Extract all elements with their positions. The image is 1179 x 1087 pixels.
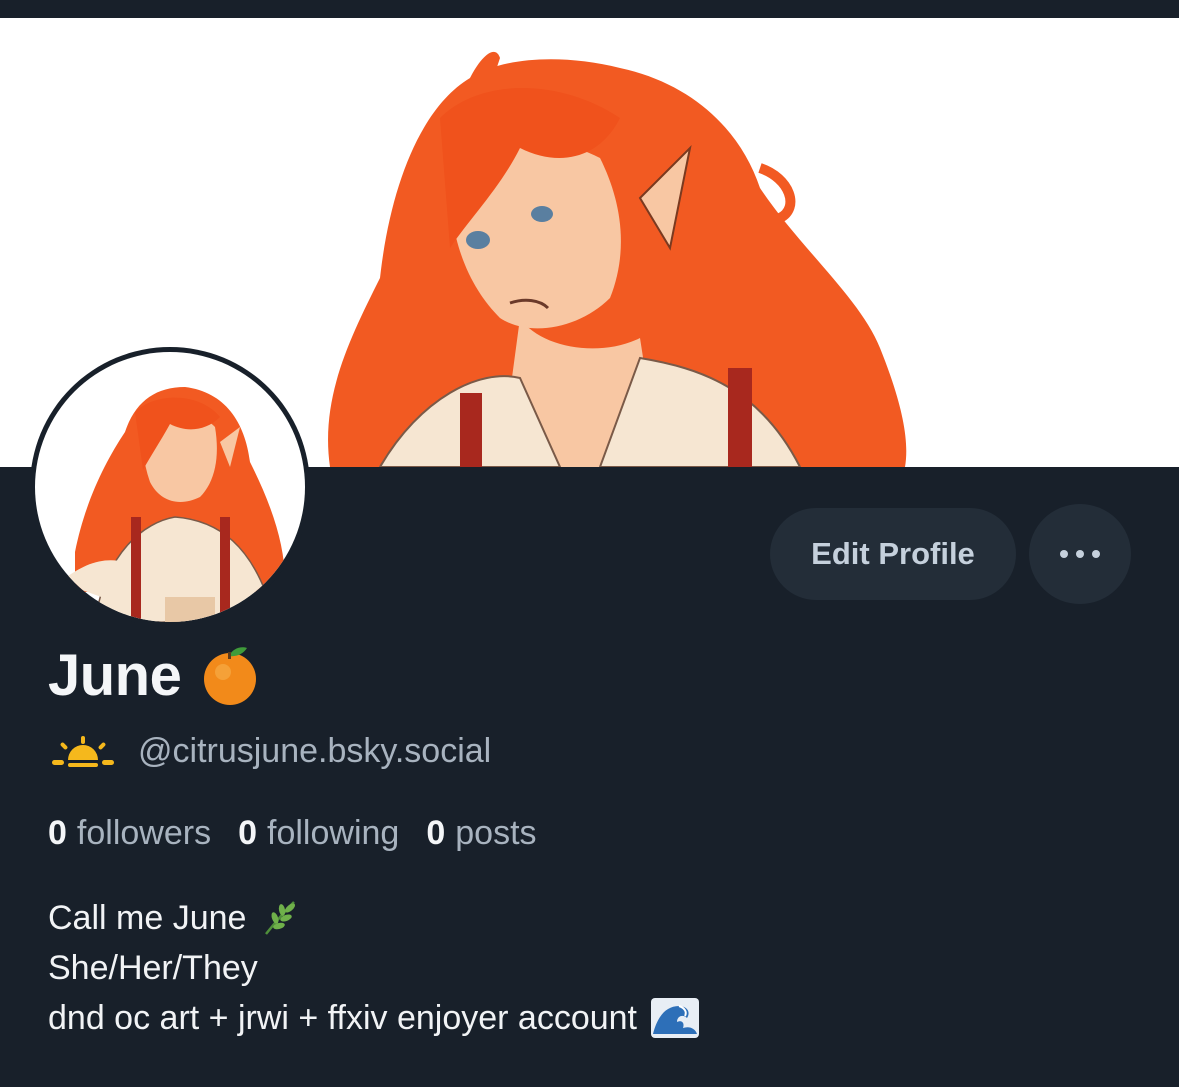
display-name: June: [48, 642, 182, 708]
profile-handle[interactable]: @citrusjune.bsky.social: [138, 732, 491, 771]
bio-text-3: dnd oc art + jrwi + ffxiv enjoyer accoun…: [48, 999, 638, 1037]
wave-emoji-icon: [651, 998, 700, 1038]
bio-line-2: She/Her/They: [48, 943, 699, 993]
bio-text-2: She/Her/They: [48, 949, 258, 987]
more-dot-icon: [1092, 550, 1100, 558]
profile-bio: Call me June She/Her/They dnd oc art + j…: [48, 893, 700, 1043]
following-count: 0: [238, 813, 258, 852]
bio-line-3: dnd oc art + jrwi + ffxiv enjoyer accoun…: [48, 993, 700, 1043]
more-options-button[interactable]: [1029, 504, 1131, 604]
following-stat[interactable]: 0 following: [238, 814, 399, 853]
edit-profile-button[interactable]: Edit Profile: [770, 508, 1016, 600]
avatar-illustration: [60, 387, 285, 622]
orange-emoji-icon: [204, 647, 257, 705]
top-strip: [0, 0, 1179, 18]
posts-label: posts: [455, 813, 537, 852]
posts-stat: 0 posts: [426, 814, 536, 853]
more-dot-icon: [1060, 550, 1068, 558]
herb-emoji-icon: [265, 901, 296, 935]
more-dot-icon: [1076, 550, 1084, 558]
posts-count: 0: [426, 813, 446, 852]
sunrise-icon: [52, 736, 114, 767]
followers-stat[interactable]: 0 followers: [48, 814, 211, 853]
followers-label: followers: [76, 813, 212, 852]
bio-line-1: Call me June: [48, 893, 699, 943]
avatar[interactable]: [35, 352, 305, 622]
profile-page: Edit Profile June @citrusjune.bsky.socia…: [0, 0, 1179, 1087]
bio-text-1: Call me June: [48, 899, 247, 937]
following-label: following: [267, 813, 400, 852]
display-name-row: June: [48, 635, 259, 715]
followers-count: 0: [48, 813, 67, 852]
stats-row: 0 followers 0 following 0 posts: [48, 810, 564, 856]
avatar-ring[interactable]: [30, 347, 310, 627]
handle-row: @citrusjune.bsky.social: [50, 726, 491, 776]
